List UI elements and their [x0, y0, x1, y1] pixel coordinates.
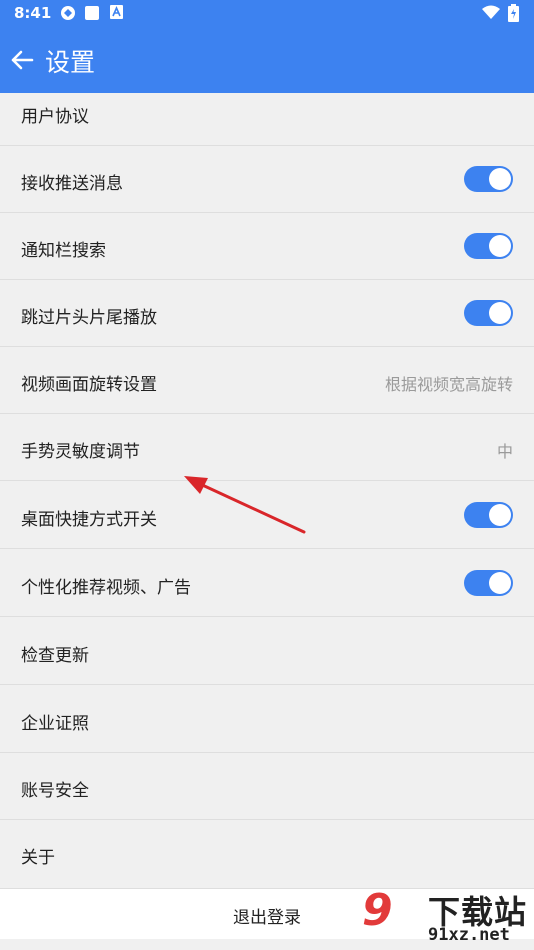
app-a-icon: [110, 5, 123, 19]
personalized-recommend-toggle[interactable]: [464, 570, 513, 596]
row-account-security[interactable]: 账号安全: [0, 753, 534, 820]
account-security-label: 账号安全: [21, 781, 89, 801]
toggle-knob: [489, 235, 511, 257]
row-skip-intro[interactable]: 跳过片头片尾播放: [0, 280, 534, 347]
push-messages-label: 接收推送消息: [21, 174, 123, 194]
check-update-label: 检查更新: [21, 646, 89, 666]
row-rotation-setting[interactable]: 视频画面旋转设置 根据视频宽高旋转: [0, 347, 534, 414]
business-license-label: 企业证照: [21, 714, 89, 734]
toggle-knob: [489, 168, 511, 190]
watermark-en-text: 91xz.net: [428, 925, 510, 945]
notification-square-icon: [85, 6, 99, 20]
personalized-recommend-label: 个性化推荐视频、广告: [21, 578, 191, 598]
row-user-agreement[interactable]: 用户协议: [0, 93, 534, 146]
toggle-knob: [489, 302, 511, 324]
row-notification-search[interactable]: 通知栏搜索: [0, 213, 534, 280]
user-agreement-label: 用户协议: [21, 107, 89, 127]
about-label: 关于: [21, 848, 55, 868]
app-bar: 设置: [0, 26, 534, 93]
desktop-shortcut-toggle[interactable]: [464, 502, 513, 528]
row-about[interactable]: 关于: [0, 820, 534, 888]
notification-search-label: 通知栏搜索: [21, 241, 106, 261]
row-push-messages[interactable]: 接收推送消息: [0, 146, 534, 213]
toggle-knob: [489, 572, 511, 594]
gesture-sensitivity-value: 中: [496, 442, 513, 461]
arrow-left-icon[interactable]: [8, 46, 36, 74]
watermark-logo: 9 下载站 91xz.net: [360, 885, 532, 947]
status-bar: 8:41: [0, 0, 534, 26]
row-business-license[interactable]: 企业证照: [0, 686, 534, 753]
push-messages-toggle[interactable]: [464, 166, 513, 192]
skip-intro-toggle[interactable]: [464, 300, 513, 326]
desktop-shortcut-label: 桌面快捷方式开关: [21, 510, 157, 530]
battery-icon: [508, 4, 519, 22]
row-check-update[interactable]: 检查更新: [0, 618, 534, 685]
skip-intro-label: 跳过片头片尾播放: [21, 308, 157, 328]
gesture-sensitivity-label: 手势灵敏度调节: [21, 442, 140, 462]
status-time: 8:41: [14, 4, 52, 22]
rotation-setting-value: 根据视频宽高旋转: [384, 375, 513, 394]
rotation-setting-label: 视频画面旋转设置: [21, 375, 157, 395]
sync-icon: [61, 6, 75, 20]
watermark-number: 9: [362, 885, 393, 936]
notification-search-toggle[interactable]: [464, 233, 513, 259]
toggle-knob: [489, 504, 511, 526]
annotation-arrow-icon: [184, 476, 306, 534]
page-title: 设置: [45, 48, 96, 77]
wifi-icon: [482, 5, 500, 19]
row-personalized-recommend[interactable]: 个性化推荐视频、广告: [0, 550, 534, 617]
